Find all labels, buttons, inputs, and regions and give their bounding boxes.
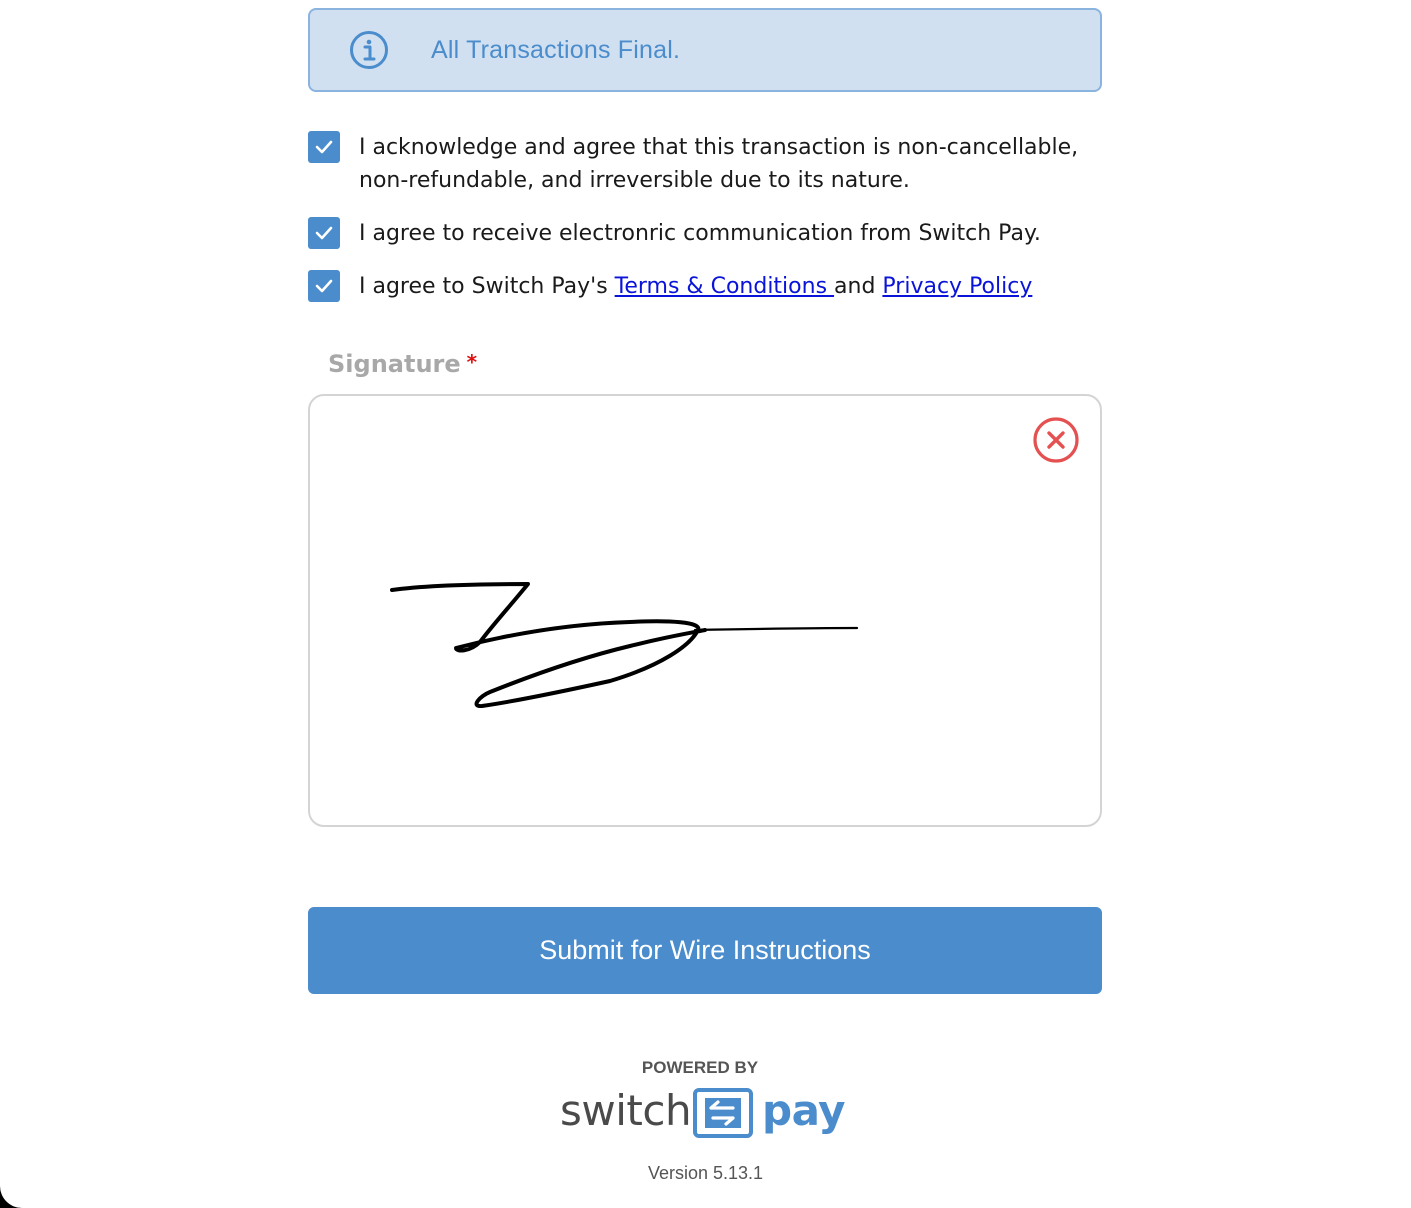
agreement-row-final: I acknowledge and agree that this transa… [308, 131, 1099, 197]
agreement-row-terms: I agree to Switch Pay's Terms & Conditio… [308, 270, 1099, 303]
terms-prefix: I agree to Switch Pay's [359, 274, 615, 299]
signature-label: Signature * [328, 350, 477, 378]
logo-word-pay: pay [762, 1086, 846, 1135]
agreement-checkbox-communication[interactable] [308, 217, 340, 249]
agreement-label-communication: I agree to receive electronric communica… [359, 221, 1041, 246]
agreement-checkbox-final[interactable] [308, 131, 340, 163]
agreement-checkbox-terms[interactable] [308, 270, 340, 302]
info-icon [350, 31, 388, 69]
logo-word-switch: switch [560, 1086, 692, 1135]
submit-wire-instructions-button[interactable]: Submit for Wire Instructions [308, 907, 1102, 994]
checkmark-icon [315, 140, 333, 154]
signature-pad[interactable] [308, 394, 1102, 827]
page: All Transactions Final. I acknowledge an… [0, 0, 1411, 1208]
signature-label-text: Signature [328, 350, 461, 378]
terms-middle: and [834, 274, 883, 299]
terms-conditions-link[interactable]: Terms & Conditions [615, 274, 834, 299]
signature-drawing [390, 582, 859, 709]
checkmark-icon [315, 279, 333, 293]
checkmark-icon [315, 226, 333, 240]
agreement-label-terms: I agree to Switch Pay's Terms & Conditio… [359, 270, 1099, 303]
banner-text: All Transactions Final. [431, 36, 681, 64]
required-marker: * [466, 350, 478, 374]
info-banner: All Transactions Final. [308, 8, 1102, 92]
switch-pay-logo: switch pay [560, 1086, 850, 1142]
agreement-row-communication: I agree to receive electronric communica… [308, 217, 1099, 250]
privacy-policy-link[interactable]: Privacy Policy [882, 274, 1032, 299]
swap-arrows-icon [693, 1088, 753, 1138]
close-circle-icon[interactable] [1032, 416, 1080, 464]
version-text: Version 5.13.1 [647, 1163, 764, 1183]
agreement-label-final: I acknowledge and agree that this transa… [359, 135, 1079, 193]
powered-by-text: POWERED BY [641, 1058, 759, 1077]
